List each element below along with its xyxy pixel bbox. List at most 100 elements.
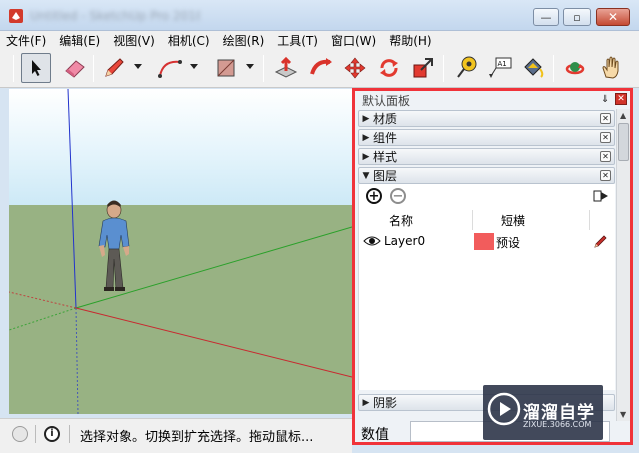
- collapse-arrow-icon: ▼: [362, 170, 370, 181]
- close-icon[interactable]: ✕: [600, 170, 611, 181]
- column-divider[interactable]: [589, 210, 590, 230]
- menu-draw[interactable]: 绘图(R): [223, 32, 265, 49]
- chevron-down-icon[interactable]: [246, 64, 254, 69]
- red-axis: [75, 307, 352, 378]
- red-axis-negative: [9, 291, 77, 309]
- close-icon: ✕: [607, 10, 619, 24]
- eye-visibility-icon[interactable]: [363, 235, 381, 247]
- expand-arrow-icon: ▶: [362, 397, 370, 408]
- close-icon[interactable]: ✕: [600, 113, 611, 124]
- blue-axis: [67, 89, 77, 309]
- line-tool-button[interactable]: [99, 53, 129, 83]
- blue-axis-negative: [75, 307, 79, 414]
- move-tool-button[interactable]: [340, 53, 370, 83]
- minimize-button[interactable]: —: [533, 8, 559, 26]
- axes-drawing: [9, 89, 352, 414]
- chevron-down-icon[interactable]: [190, 64, 198, 69]
- text-tool-label: A1: [498, 60, 507, 68]
- push-pull-icon: [274, 56, 298, 78]
- scroll-up-icon[interactable]: ▲: [620, 111, 626, 120]
- eraser-tool-button[interactable]: [60, 53, 90, 83]
- details-arrow-icon[interactable]: [593, 189, 609, 203]
- toolbar: A1: [0, 49, 639, 88]
- section-label: 样式: [373, 150, 398, 164]
- geo-location-icon[interactable]: [12, 426, 28, 442]
- expand-arrow-icon: ▶: [362, 113, 370, 124]
- orbit-tool-button[interactable]: [560, 53, 590, 83]
- add-layer-button[interactable]: +: [366, 188, 382, 204]
- status-separator: [69, 425, 70, 443]
- arc-tool-button[interactable]: [155, 53, 185, 83]
- person-figure[interactable]: [98, 200, 130, 292]
- info-icon[interactable]: i: [44, 426, 60, 442]
- pencil-icon: [105, 58, 124, 77]
- rotate-tool-button[interactable]: [374, 53, 404, 83]
- section-layers[interactable]: ▼ 图层 ✕: [358, 167, 615, 184]
- text-label-icon: A1: [489, 57, 512, 78]
- rectangle-icon: [217, 59, 235, 77]
- menu-view[interactable]: 视图(V): [113, 32, 155, 49]
- layer-dash-style[interactable]: 预设: [496, 234, 520, 251]
- column-header-name[interactable]: 名称: [389, 210, 413, 230]
- select-tool-button[interactable]: [21, 53, 51, 83]
- scale-icon: [413, 58, 433, 78]
- expand-arrow-icon: ▶: [362, 132, 370, 143]
- follow-me-icon: [310, 58, 332, 75]
- text-tool-button[interactable]: A1: [485, 53, 515, 83]
- pan-tool-button[interactable]: [596, 53, 626, 83]
- sketchup-app-icon: [9, 9, 23, 23]
- maximize-button[interactable]: ▫: [563, 8, 591, 26]
- scrollbar-thumb[interactable]: [618, 123, 629, 161]
- column-divider[interactable]: [472, 210, 473, 230]
- layer-row[interactable]: Layer0 预设: [359, 231, 616, 252]
- remove-layer-button[interactable]: −: [390, 188, 406, 204]
- measurements-label: 数值: [361, 427, 389, 443]
- layer-name[interactable]: Layer0: [384, 234, 425, 248]
- close-icon[interactable]: ✕: [600, 132, 611, 143]
- close-button[interactable]: ✕: [596, 8, 630, 26]
- rectangle-tool-button[interactable]: [211, 53, 241, 83]
- section-label: 阴影: [373, 396, 398, 410]
- move-icon: [344, 57, 366, 79]
- scale-tool-button[interactable]: [408, 53, 438, 83]
- menu-edit[interactable]: 编辑(E): [59, 32, 100, 49]
- tape-measure-tool-button[interactable]: [451, 53, 481, 83]
- scroll-down-icon[interactable]: ▼: [620, 410, 626, 419]
- section-materials[interactable]: ▶ 材质 ✕: [358, 110, 615, 127]
- pin-icon[interactable]: ⇓: [601, 94, 609, 105]
- tray-scrollbar[interactable]: ▲ ▼: [616, 109, 630, 421]
- tray-header: 默认面板: [358, 91, 630, 109]
- paint-bucket-icon: [524, 58, 544, 78]
- push-pull-tool-button[interactable]: [271, 53, 301, 83]
- follow-me-tool-button[interactable]: [306, 53, 336, 83]
- tray-close-button[interactable]: ✕: [615, 93, 627, 105]
- arc-icon: [158, 60, 182, 78]
- minimize-icon: —: [540, 10, 552, 24]
- tray-title: 默认面板: [362, 93, 411, 108]
- rotate-icon: [380, 59, 398, 77]
- paint-bucket-tool-button[interactable]: [518, 53, 548, 83]
- arrow-cursor-icon: [32, 60, 41, 76]
- menu-file[interactable]: 文件(F): [6, 32, 46, 49]
- section-styles[interactable]: ▶ 样式 ✕: [358, 148, 615, 165]
- close-icon[interactable]: ✕: [600, 151, 611, 162]
- layers-panel: + − 名称 短横 Layer0 预设: [358, 184, 615, 390]
- modeling-viewport[interactable]: [9, 89, 352, 414]
- column-header-dash[interactable]: 短横: [501, 210, 525, 230]
- toolbar-separator: [443, 55, 444, 82]
- menu-window[interactable]: 窗口(W): [331, 32, 376, 49]
- section-label: 图层: [373, 169, 398, 183]
- chevron-down-icon[interactable]: [134, 64, 142, 69]
- menu-camera[interactable]: 相机(C): [168, 32, 210, 49]
- play-logo-icon: [487, 392, 521, 426]
- expand-arrow-icon: ▶: [362, 151, 370, 162]
- menu-help[interactable]: 帮助(H): [389, 32, 431, 49]
- layer-color-swatch[interactable]: [474, 233, 494, 250]
- pencil-icon[interactable]: [593, 234, 608, 249]
- section-components[interactable]: ▶ 组件 ✕: [358, 129, 615, 146]
- tape-measure-icon: [457, 56, 477, 78]
- watermark-logo: 溜溜自学 ZIXUE.3066.COM: [483, 385, 603, 440]
- menu-tools[interactable]: 工具(T): [277, 32, 318, 49]
- watermark-url: ZIXUE.3066.COM: [523, 420, 592, 429]
- title-bar: Untitled - SketchUp Pro 2018 — ▫ ✕: [0, 0, 639, 31]
